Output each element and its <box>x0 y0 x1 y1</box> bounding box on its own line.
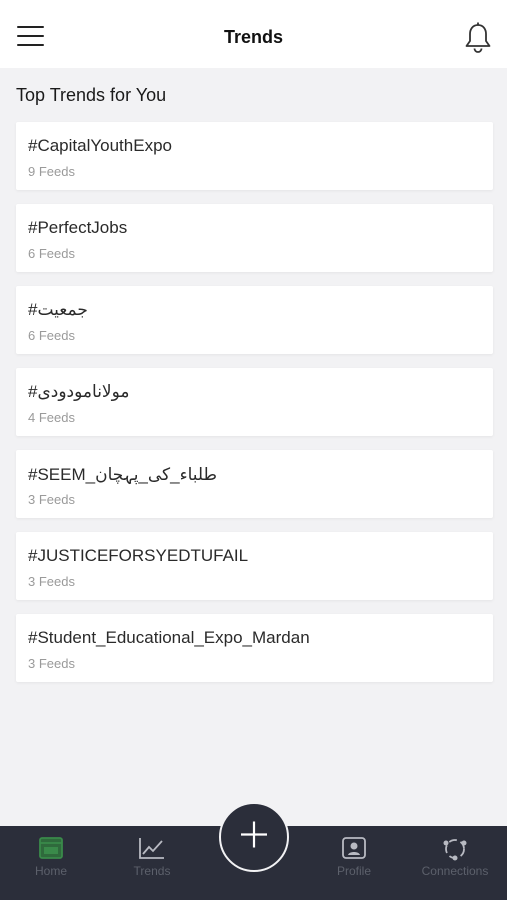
trend-item[interactable]: #JUSTICEFORSYEDTUFAIL 3 Feeds <box>16 532 493 600</box>
trend-feed-count: 9 Feeds <box>28 164 75 179</box>
trend-item[interactable]: #PerfectJobs 6 Feeds <box>16 204 493 272</box>
app-header: Trends <box>0 0 507 68</box>
profile-icon <box>341 836 367 865</box>
nav-label-profile: Profile <box>336 864 371 878</box>
trend-item[interactable]: #SEEM_طلباء_کی_پہچان 3 Feeds <box>16 450 493 518</box>
trend-tag: #مولانامودودی <box>28 382 130 401</box>
add-post-button[interactable] <box>219 802 289 872</box>
trend-item[interactable]: #جمعیت 6 Feeds <box>16 286 493 354</box>
trend-feed-count: 6 Feeds <box>28 328 75 343</box>
trend-feed-count: 3 Feeds <box>28 492 75 507</box>
nav-label-connections: Connections <box>421 864 489 878</box>
section-title: Top Trends for You <box>16 85 167 105</box>
trend-feed-count: 3 Feeds <box>28 574 75 589</box>
trend-feed-count: 6 Feeds <box>28 246 75 261</box>
nav-item-trends[interactable]: Trends <box>102 826 202 900</box>
trend-feed-count: 4 Feeds <box>28 410 75 425</box>
trend-item[interactable]: #Student_Educational_Expo_Mardan 3 Feeds <box>16 614 493 682</box>
plus-icon <box>239 820 269 855</box>
trend-tag: #SEEM_طلباء_کی_پہچان <box>28 465 218 484</box>
nav-item-profile[interactable]: Profile <box>304 826 404 900</box>
trend-tag: #PerfectJobs <box>28 218 128 237</box>
trend-list: #CapitalYouthExpo 9 Feeds #PerfectJobs 6… <box>16 122 493 696</box>
trend-item[interactable]: #CapitalYouthExpo 9 Feeds <box>16 122 493 190</box>
trend-tag: #Student_Educational_Expo_Mardan <box>28 628 310 647</box>
nav-label-home: Home <box>34 864 67 878</box>
nav-item-connections[interactable]: Connections <box>405 826 505 900</box>
nav-item-home[interactable]: Home <box>1 826 101 900</box>
connections-icon <box>441 836 469 867</box>
trend-feed-count: 3 Feeds <box>28 656 75 671</box>
page-title: Trends <box>223 27 284 47</box>
home-icon <box>38 836 64 865</box>
trend-item[interactable]: #مولانامودودی 4 Feeds <box>16 368 493 436</box>
nav-label-trends: Trends <box>133 864 171 878</box>
trend-tag: #جمعیت <box>28 300 88 319</box>
trend-tag: #JUSTICEFORSYEDTUFAIL <box>28 546 249 565</box>
bell-icon[interactable] <box>463 22 493 54</box>
trend-tag: #CapitalYouthExpo <box>28 136 172 155</box>
trending-chart-icon <box>138 836 166 865</box>
